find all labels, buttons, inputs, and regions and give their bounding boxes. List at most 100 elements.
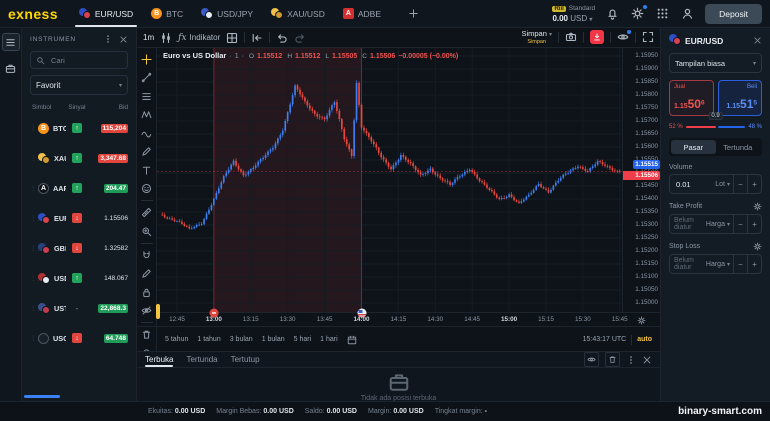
drag-handle-icon[interactable]: ⋮⋮ <box>30 274 38 282</box>
drag-handle-icon[interactable]: ⋮⋮ <box>30 184 38 192</box>
download-button[interactable] <box>590 30 604 44</box>
trash-button[interactable] <box>605 352 620 367</box>
time-axis[interactable]: 12:4513:0013:1513:3013:4514:0014:1514:30… <box>157 312 622 327</box>
list-panel-button[interactable] <box>2 33 20 51</box>
replay-button[interactable] <box>251 32 263 44</box>
indicators-button[interactable]: ƒxIndikator <box>178 33 220 43</box>
volume-decrease-button[interactable]: − <box>733 175 747 193</box>
watchlist-row-ustec[interactable]: ⋮⋮ USTEC - 22,868.3 <box>30 293 128 323</box>
add-tab-button[interactable] <box>398 8 429 19</box>
close-icon[interactable] <box>119 35 128 44</box>
bell-button[interactable] <box>605 6 620 21</box>
tool-trendline-button[interactable] <box>140 71 154 85</box>
tool-text-tool-button[interactable] <box>140 163 154 177</box>
search-input[interactable] <box>49 55 122 66</box>
take-profit-mode-select[interactable]: Harga▾ <box>703 215 733 233</box>
take-profit-placeholder[interactable]: Belum diatur <box>674 217 699 231</box>
dots-button[interactable] <box>626 355 636 365</box>
range-1-bulan[interactable]: 1 bulan <box>262 336 285 343</box>
gear-icon[interactable] <box>753 242 762 251</box>
stop-loss-mode-select[interactable]: Harga▾ <box>703 255 733 273</box>
drag-handle-icon[interactable]: ⋮⋮ <box>30 154 38 162</box>
profile-button[interactable] <box>680 6 695 21</box>
gear-icon[interactable] <box>753 202 762 211</box>
tool-lock-button[interactable] <box>140 285 154 299</box>
positions-tab-terbuka[interactable]: Terbuka <box>145 352 173 367</box>
drag-handle-icon[interactable]: ⋮⋮ <box>30 244 38 252</box>
more-options-icon[interactable] <box>103 34 113 44</box>
watchlist-filter-select[interactable]: Favorit ▾ <box>30 75 128 95</box>
tab-pending[interactable]: Tertunda <box>716 140 761 154</box>
auto-scale-button[interactable]: auto <box>637 336 652 343</box>
eye-button[interactable] <box>617 31 629 43</box>
stop-loss-increase-button[interactable]: + <box>747 255 761 273</box>
tool-eye-off-button[interactable] <box>140 304 154 318</box>
positions-tab-tertutup[interactable]: Tertutup <box>231 352 260 367</box>
horizontal-scrollbar[interactable] <box>24 395 60 398</box>
calendar-event-us-news-icon[interactable] <box>357 308 367 318</box>
drag-handle-icon[interactable]: ⋮⋮ <box>30 124 38 132</box>
range-5-tahun[interactable]: 5 tahun <box>165 336 188 343</box>
close-button[interactable] <box>642 355 652 365</box>
watchlist-row-usoil[interactable]: ⋮⋮ USOIL ↓ 64.748 <box>30 323 128 353</box>
candle-button[interactable] <box>160 32 172 44</box>
briefcase-panel-button[interactable] <box>3 60 19 76</box>
chart-canvas[interactable] <box>157 48 622 312</box>
volume-increase-button[interactable]: + <box>747 175 761 193</box>
account-summary[interactable]: RiilStandard 0.00 USD ▾ <box>552 3 595 24</box>
watchlist-row-usdjpy[interactable]: ⋮⋮ USD/JPY ↑ 148.067 <box>30 263 128 293</box>
camera-button[interactable] <box>565 31 577 43</box>
chart-alert-marker[interactable] <box>156 304 160 319</box>
calendar-event-eu-holiday-icon[interactable] <box>209 308 219 318</box>
instrument-tab-btc[interactable]: BBTC <box>142 0 192 27</box>
tool-pencil-button[interactable] <box>140 267 154 281</box>
sell-button[interactable]: Jual 1.15506 <box>669 80 714 116</box>
instrument-tab-xauusd[interactable]: XAU/USD <box>262 0 334 27</box>
axis-settings-corner[interactable] <box>622 312 660 327</box>
range-5-hari[interactable]: 5 hari <box>294 336 312 343</box>
undo-button[interactable] <box>276 32 288 44</box>
volume-unit-select[interactable]: Lot▾ <box>712 175 733 193</box>
deposit-button[interactable]: Deposit <box>705 4 762 24</box>
tool-zoomin-button[interactable] <box>140 224 154 238</box>
gear-button[interactable] <box>630 6 645 21</box>
tool-crosshair-button[interactable] <box>140 52 154 66</box>
watchlist-row-btc[interactable]: ⋮⋮B BTC ↑ 115,204 <box>30 113 128 143</box>
watchlist-search[interactable] <box>30 51 128 69</box>
tool-ruler-button[interactable] <box>140 206 154 220</box>
range-1-hari[interactable]: 1 hari <box>320 336 338 343</box>
instrument-tab-eurusd[interactable]: EUR/USD <box>70 0 142 27</box>
drag-handle-icon[interactable]: ⋮⋮ <box>30 304 38 312</box>
take-profit-increase-button[interactable]: + <box>747 215 761 233</box>
volume-input[interactable] <box>674 179 708 190</box>
watchlist-row-eurusd[interactable]: ⋮⋮ EUR/USD ↓ 1.15506 <box>30 203 128 233</box>
tool-xabcd-button[interactable] <box>140 108 154 122</box>
timeframe-button[interactable]: 1m <box>143 33 154 42</box>
price-axis[interactable]: 1.159501.159001.158501.158001.157501.157… <box>622 48 661 312</box>
expand-button[interactable] <box>642 31 654 43</box>
watchlist-row-aapl[interactable]: ⋮⋮A AAPL ↑ 204.47 <box>30 173 128 203</box>
tool-waves-button[interactable] <box>140 126 154 140</box>
candlestick-chart[interactable] <box>157 48 622 312</box>
positions-tab-tertunda[interactable]: Tertunda <box>186 352 217 367</box>
instrument-tab-adbe[interactable]: AADBE <box>334 0 390 27</box>
tool-fib-button[interactable] <box>140 89 154 103</box>
view-mode-select[interactable]: Tampilan biasa ▾ <box>669 53 762 73</box>
drag-handle-icon[interactable]: ⋮⋮ <box>30 214 38 222</box>
buy-button[interactable]: Beli 1.15515 <box>718 80 763 116</box>
watchlist-row-gbpusd[interactable]: ⋮⋮ GBP/USD ↓ 1.32582 <box>30 233 128 263</box>
stop-loss-decrease-button[interactable]: − <box>733 255 747 273</box>
take-profit-decrease-button[interactable]: − <box>733 215 747 233</box>
save-layout-button[interactable]: Simpan ▾Simpan <box>521 30 552 45</box>
tool-brush-button[interactable] <box>140 145 154 159</box>
layout-button[interactable] <box>226 32 238 44</box>
watchlist-row-xauusd[interactable]: ⋮⋮ XAU/USD ↑ 3,347.68 <box>30 143 128 173</box>
goto-date-button[interactable] <box>347 335 357 345</box>
range-1-tahun[interactable]: 1 tahun <box>197 336 220 343</box>
tool-emoji-button[interactable] <box>140 182 154 196</box>
close-icon[interactable] <box>753 36 762 45</box>
instrument-tab-usdjpy[interactable]: USD/JPY <box>192 0 262 27</box>
tab-market[interactable]: Pasar <box>671 140 716 154</box>
stop-loss-placeholder[interactable]: Belum diatur <box>674 257 699 271</box>
eye-button[interactable] <box>584 352 599 367</box>
